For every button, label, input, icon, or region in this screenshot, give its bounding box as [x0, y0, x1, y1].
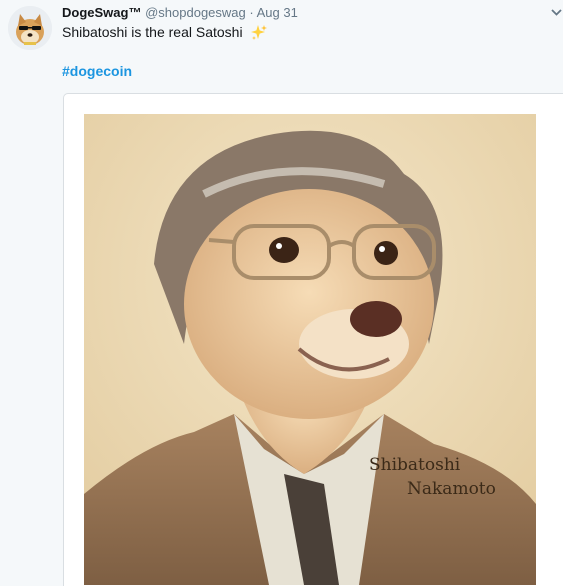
author-handle[interactable]: @shopdogeswag	[145, 5, 246, 20]
avatar[interactable]	[8, 6, 52, 50]
tweet-text-body: Shibatoshi is the real Satoshi	[62, 24, 243, 40]
hashtag-link[interactable]: #dogecoin	[62, 63, 132, 79]
shibatoshi-photo-image	[84, 114, 536, 585]
tweet-date[interactable]: Aug 31	[257, 5, 298, 20]
doge-avatar-icon	[8, 6, 52, 50]
chevron-down-icon[interactable]	[550, 6, 563, 18]
tweet-header: DogeSwag™ @shopdogeswag · Aug 31	[62, 5, 298, 21]
tweet-text: Shibatoshi is the real Satoshi	[62, 22, 268, 42]
tweet-photo[interactable]	[84, 114, 536, 585]
sparkles-icon	[251, 25, 268, 41]
separator: ·	[249, 5, 254, 20]
photo-caption-line2: Nakamoto	[407, 479, 496, 499]
photo-caption-line1: Shibatoshi	[369, 455, 461, 475]
tweet: DogeSwag™ @shopdogeswag · Aug 31 Shibato…	[0, 0, 563, 586]
author-name[interactable]: DogeSwag™	[62, 5, 141, 20]
